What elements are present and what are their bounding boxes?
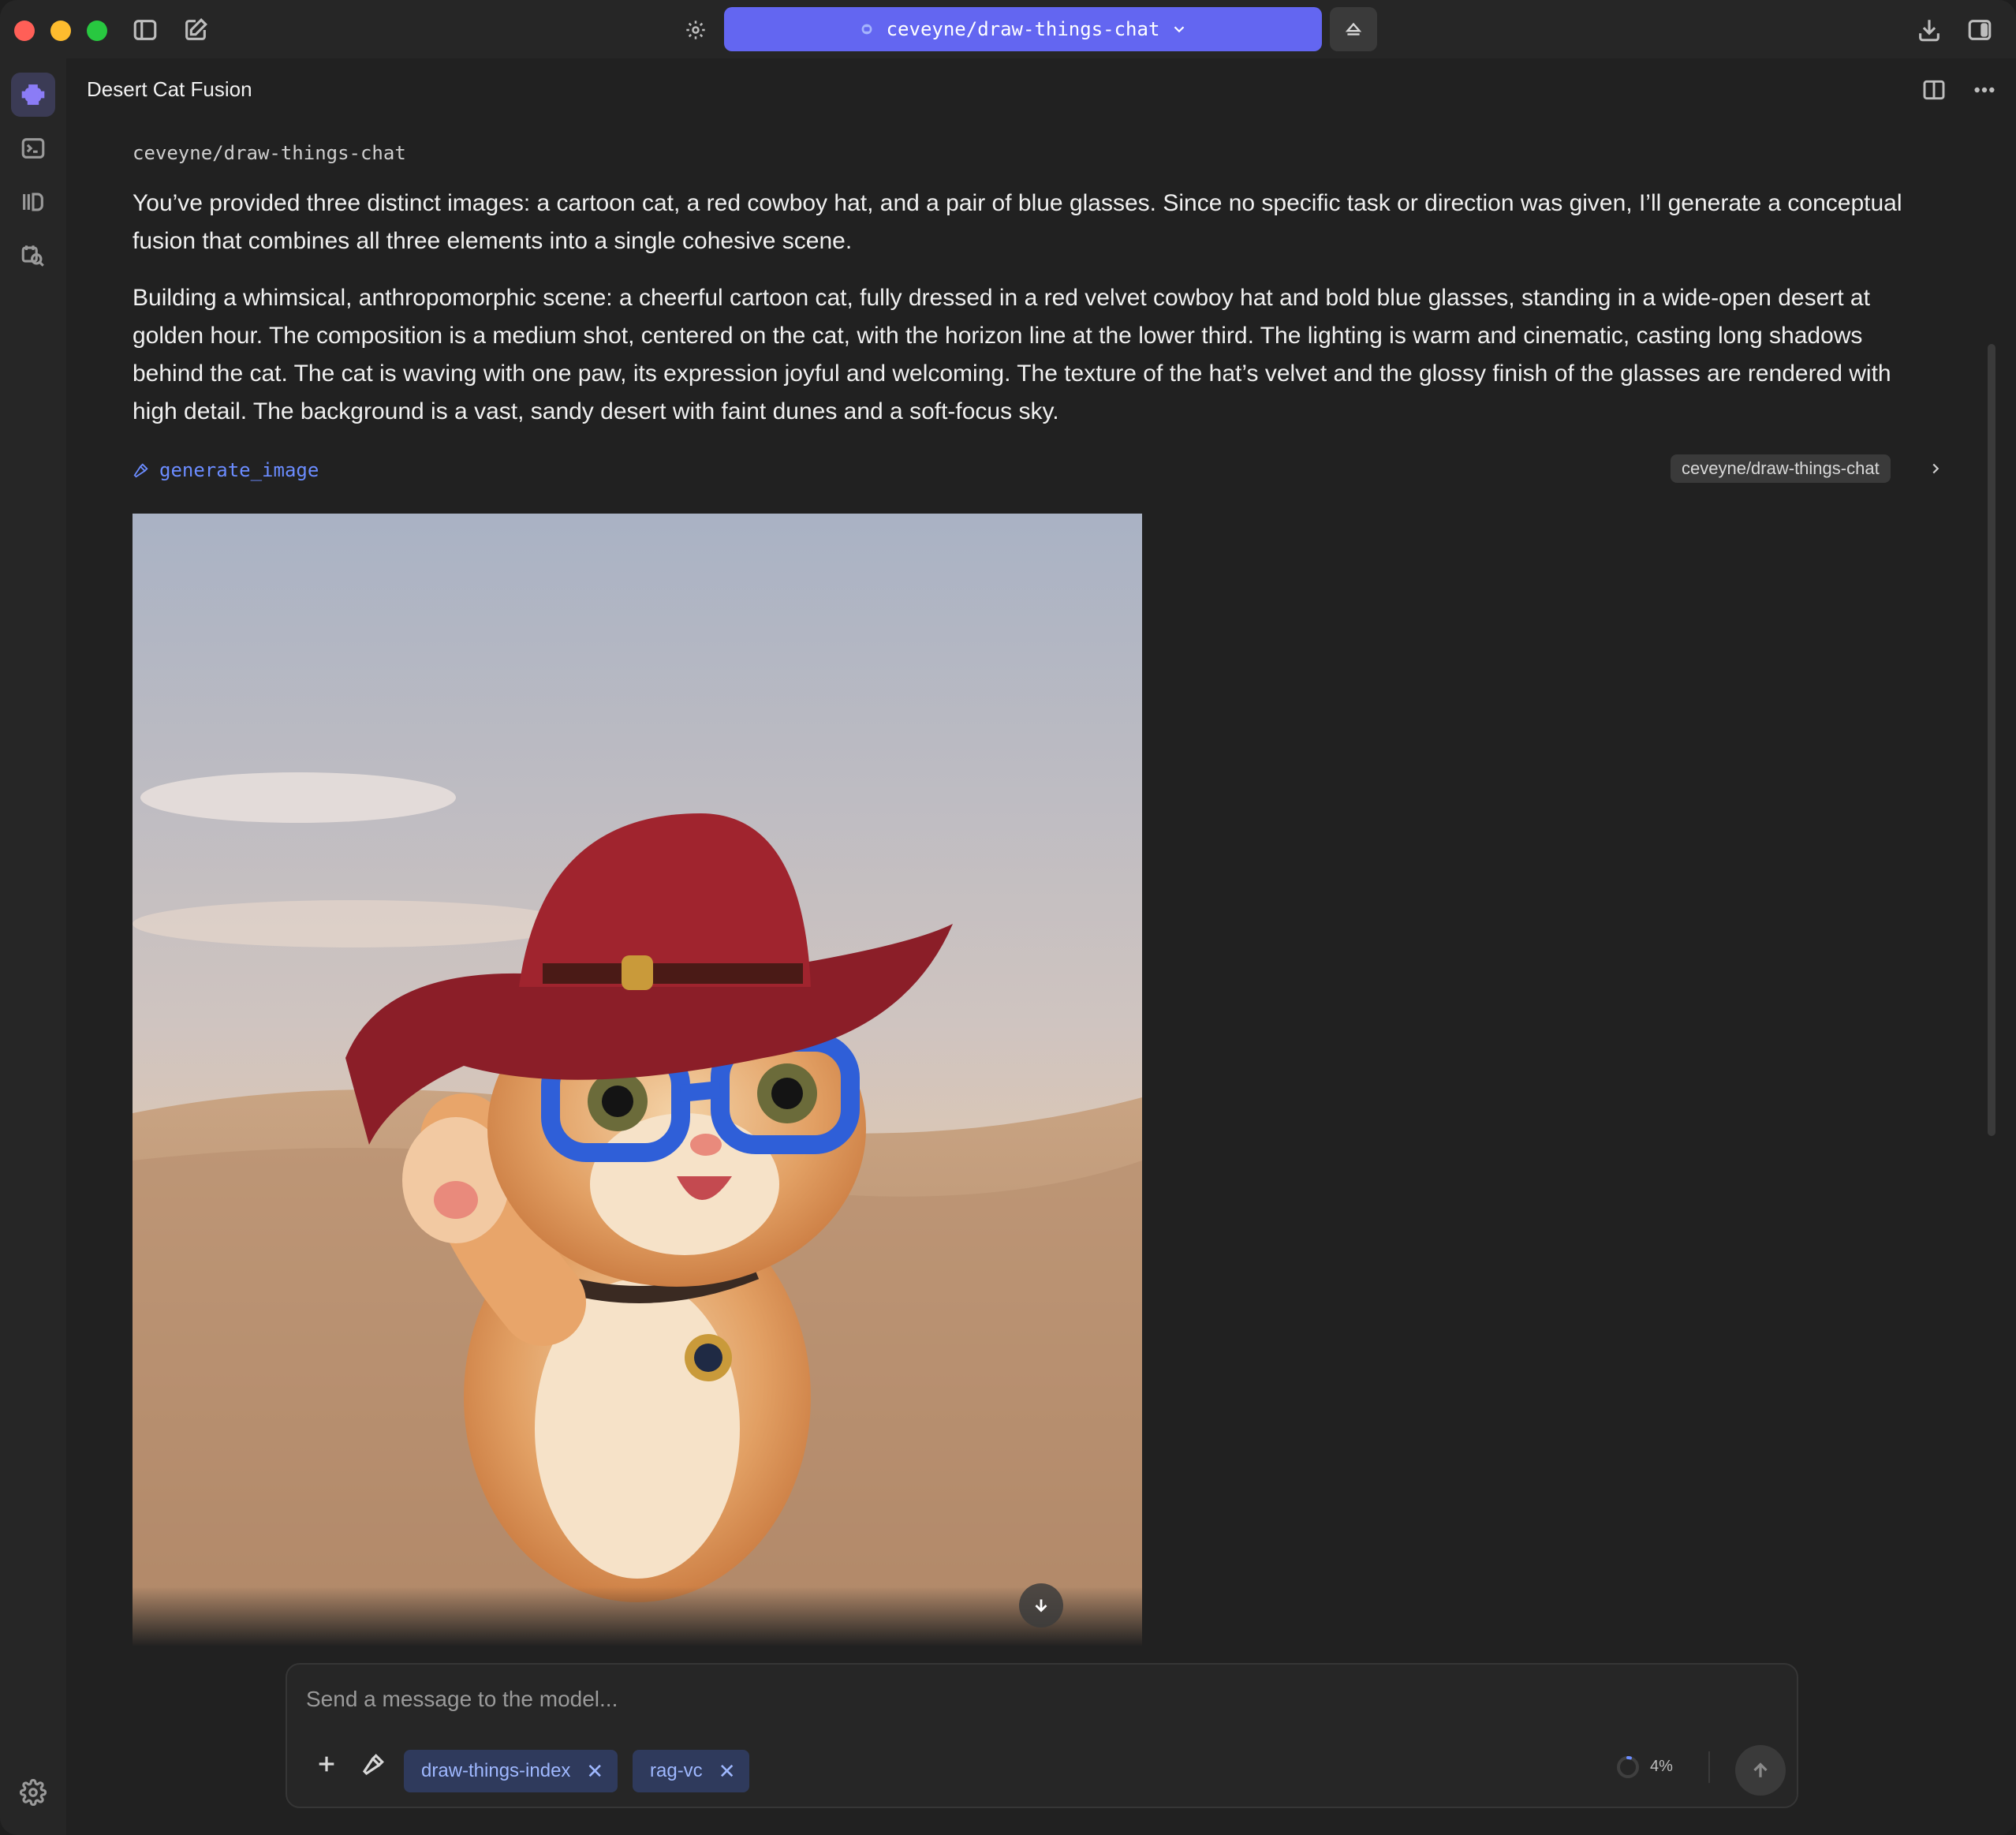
model-name: ceveyne/draw-things-chat [886, 18, 1160, 40]
settings-icon [20, 1779, 47, 1806]
rail-item-assistant[interactable] [11, 73, 55, 117]
tools-button[interactable] [355, 1745, 393, 1783]
message-paragraph: Building a whimsical, anthropomorphic sc… [133, 285, 1891, 424]
arrow-up-icon [1753, 1762, 1768, 1777]
send-button[interactable] [1735, 1745, 1786, 1796]
app-window: ceveyne/draw-things-chat Desert Cat Fusi… [0, 0, 2016, 1835]
plus-icon [319, 1756, 334, 1772]
hammer-icon [133, 463, 148, 478]
library-icon [23, 192, 43, 211]
rail-item-library[interactable] [11, 180, 55, 224]
model-icon [861, 24, 872, 35]
title-bar: ceveyne/draw-things-chat [0, 0, 2016, 58]
tool-call-name[interactable]: generate_image [133, 459, 319, 481]
more-icon[interactable] [1969, 74, 2000, 106]
sidebar-toggle-icon[interactable] [129, 14, 161, 46]
divider [1708, 1751, 1710, 1783]
download-icon[interactable] [1913, 14, 1945, 46]
message-paragraph: You’ve provided three distinct images: a… [133, 190, 1902, 254]
assistant-message: ceveyne/draw-things-chat You’ve provided… [133, 142, 1947, 486]
right-panel-icon[interactable] [1964, 14, 1995, 46]
rail-item-search-docs[interactable] [11, 234, 55, 278]
message-composer: draw-things-index ✕ rag-vc ✕ 4% [286, 1663, 1798, 1808]
scrollbar[interactable] [1988, 344, 1995, 1136]
close-icon[interactable]: ✕ [719, 1759, 736, 1784]
minimize-window-button[interactable] [50, 21, 71, 41]
model-selector[interactable]: ceveyne/draw-things-chat [724, 7, 1322, 51]
arrow-down-icon [1035, 1599, 1047, 1613]
chip-label: rag-vc [650, 1760, 703, 1781]
message-sender: ceveyne/draw-things-chat [133, 142, 406, 164]
tool-server-badge: ceveyne/draw-things-chat [1671, 454, 1891, 483]
chevron-down-icon [1174, 26, 1185, 33]
eject-icon [1345, 22, 1362, 36]
left-rail [0, 58, 66, 1835]
compose-icon[interactable] [180, 14, 211, 46]
tool-call-row[interactable]: generate_image ceveyne/draw-things-chat [133, 454, 1947, 486]
rail-item-terminal[interactable] [11, 126, 55, 170]
chevron-right-icon[interactable] [1923, 456, 1948, 481]
context-usage-label: 4% [1650, 1758, 1673, 1775]
image-download-button[interactable] [1019, 1583, 1063, 1628]
context-usage-ring [1617, 1756, 1639, 1778]
eject-model-button[interactable] [1330, 7, 1377, 51]
split-view-icon[interactable] [1918, 74, 1950, 106]
chat-title: Desert Cat Fusion [87, 77, 252, 101]
add-attachment-button[interactable] [308, 1745, 345, 1783]
chip-label: draw-things-index [421, 1760, 571, 1781]
generated-image[interactable] [133, 514, 1142, 1646]
close-icon[interactable]: ✕ [586, 1759, 603, 1784]
zoom-window-button[interactable] [87, 21, 107, 41]
cat-in-desert-image [133, 514, 1142, 1646]
tool-chip[interactable]: rag-vc ✕ [633, 1750, 750, 1792]
hammer-icon [362, 1754, 384, 1776]
close-window-button[interactable] [14, 21, 35, 41]
search-docs-icon [21, 245, 44, 267]
tool-name-label: generate_image [159, 459, 319, 481]
message-input[interactable] [306, 1684, 1773, 1715]
gear-icon[interactable] [680, 14, 711, 46]
tool-chip[interactable]: draw-things-index ✕ [404, 1750, 618, 1792]
terminal-icon [21, 138, 45, 159]
rail-item-settings[interactable] [11, 1770, 55, 1814]
assistant-icon [21, 84, 45, 105]
